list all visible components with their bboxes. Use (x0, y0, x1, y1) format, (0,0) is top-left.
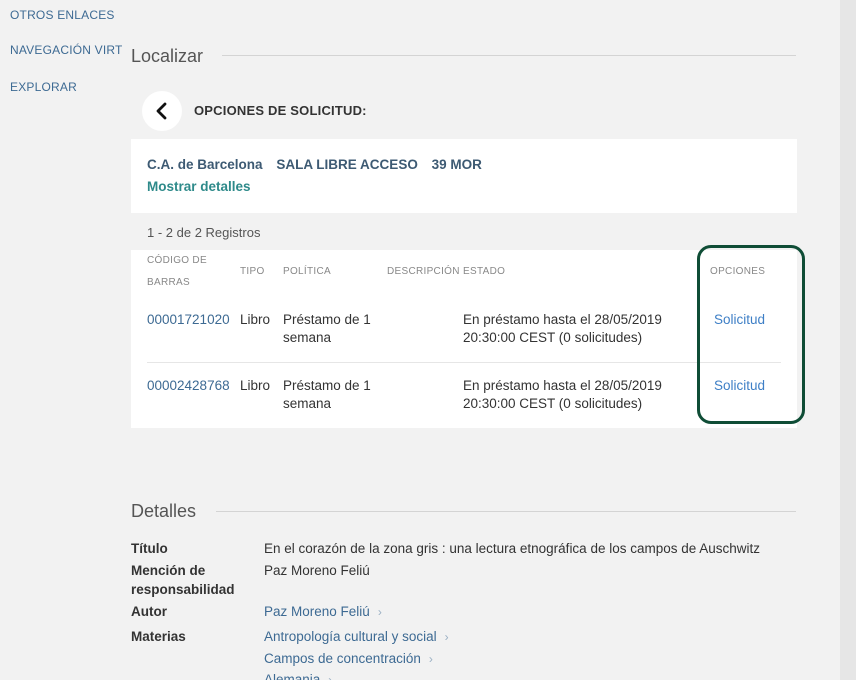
detail-responsibility-value: Paz Moreno Feliú (264, 563, 370, 578)
options-highlight-box (697, 245, 805, 424)
row1-status-line1: En préstamo hasta el 28/05/2019 (463, 312, 662, 327)
row1-status-line2: 20:30:00 CEST (0 solicitudes) (463, 330, 643, 345)
subject-link-1[interactable]: Antropología cultural y social › (264, 627, 449, 647)
detail-title-value: En el corazón de la zona gris : una lect… (264, 541, 761, 556)
details-section-title: Detalles (131, 501, 197, 521)
show-details-link[interactable]: Mostrar detalles (147, 179, 251, 194)
locate-section-divider (222, 55, 796, 56)
details-section-divider (216, 511, 796, 512)
sidenav-item-explorar[interactable]: EXPLORAR (10, 80, 77, 94)
subject-link-3-text: Alemania (264, 672, 321, 680)
request-options-title: OPCIONES DE SOLICITUD: (194, 103, 367, 118)
row2-status: En préstamo hasta el 28/05/2019 20:30:00… (463, 377, 662, 413)
header-barcode-line2: BARRAS (147, 277, 190, 288)
detail-subjects-label: Materias (131, 629, 186, 644)
row1-type: Libro (240, 312, 271, 327)
header-type: TIPO (240, 266, 265, 277)
location-info: C.A. de Barcelona SALA LIBRE ACCESO 39 M… (147, 157, 492, 172)
row2-status-line1: En préstamo hasta el 28/05/2019 (463, 378, 662, 393)
row2-status-line2: 20:30:00 CEST (0 solicitudes) (463, 396, 643, 411)
row2-policy-line1: Préstamo de 1 (283, 378, 371, 393)
header-barcode: CÓDIGO DE BARRAS (147, 250, 207, 294)
chevron-right-icon: › (428, 652, 433, 666)
chevron-right-icon: › (328, 673, 333, 680)
header-status: ESTADO (463, 266, 506, 277)
row1-policy-line2: semana (283, 330, 332, 345)
row2-barcode-link[interactable]: 00002428768 (147, 377, 230, 395)
detail-title-label: Título (131, 541, 168, 556)
header-description: DESCRIPCIÓN (387, 266, 460, 277)
row2-type: Libro (240, 378, 271, 393)
row-separator (147, 362, 781, 363)
sidenav-item-navegacion-virtual[interactable]: NAVEGACIÓN VIRTUAL (10, 43, 122, 57)
detail-responsibility-label: Mención de responsabilidad (131, 561, 235, 599)
detail-author-label: Autor (131, 604, 167, 619)
location-library: C.A. de Barcelona (147, 157, 263, 172)
detail-responsibility-label-line2: responsabilidad (131, 582, 235, 597)
header-barcode-line1: CÓDIGO DE (147, 255, 207, 266)
chevron-right-icon: › (377, 605, 382, 619)
chevron-right-icon: › (444, 630, 449, 644)
records-count-text: 1 - 2 de 2 Registros (147, 225, 261, 240)
back-button[interactable] (142, 91, 182, 131)
row2-policy-line2: semana (283, 396, 332, 411)
row2-policy: Préstamo de 1 semana (283, 377, 371, 413)
side-navigation: OTROS ENLACES NAVEGACIÓN VIRTUAL EXPLORA… (10, 0, 122, 100)
row1-status: En préstamo hasta el 28/05/2019 20:30:00… (463, 311, 662, 347)
detail-author-link[interactable]: Paz Moreno Feliú › (264, 602, 382, 622)
location-collection: SALA LIBRE ACCESO (276, 157, 418, 172)
detail-responsibility-label-line1: Mención de (131, 563, 206, 578)
row1-barcode-link[interactable]: 00001721020 (147, 311, 230, 329)
header-policy: POLÍTICA (283, 266, 331, 277)
sidenav-item-otros-enlaces[interactable]: OTROS ENLACES (10, 8, 115, 22)
subject-link-2[interactable]: Campos de concentración › (264, 649, 433, 669)
page-scrollbar[interactable] (840, 0, 856, 680)
subject-link-3[interactable]: Alemania › (264, 670, 332, 680)
row1-policy-line1: Préstamo de 1 (283, 312, 371, 327)
subject-link-1-text: Antropología cultural y social (264, 629, 437, 644)
row1-policy: Préstamo de 1 semana (283, 311, 371, 347)
records-count: 1 - 2 de 2 Registros (131, 213, 797, 250)
chevron-left-icon (156, 102, 167, 120)
location-call-number: 39 MOR (431, 157, 482, 172)
locate-section-title: Localizar (131, 46, 204, 66)
subject-link-2-text: Campos de concentración (264, 651, 421, 666)
detail-author-text: Paz Moreno Feliú (264, 604, 370, 619)
